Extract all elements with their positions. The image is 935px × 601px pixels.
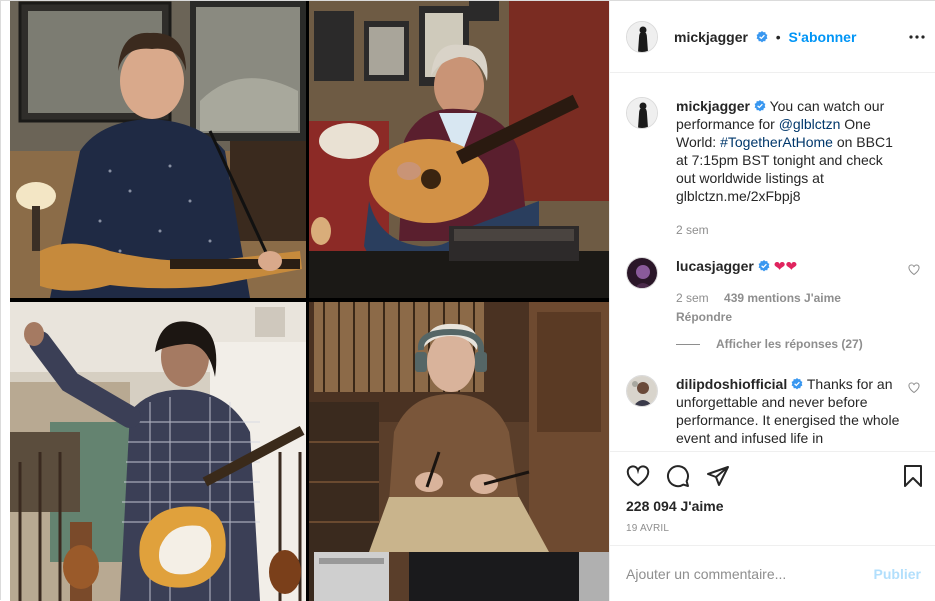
comment-icon[interactable] [658,458,698,494]
view-replies-label: Afficher les réponses (27) [716,337,863,351]
comments-list[interactable]: mickjagger You can watch our performance… [610,74,935,451]
comment-input[interactable] [626,565,874,582]
publish-button[interactable]: Publier [874,566,921,582]
likes-count[interactable]: 228 094 J'aime [626,498,724,514]
instagram-post: mickjagger • S'abonner mickjagger You ca… [0,0,935,601]
commenter-avatar[interactable] [626,375,658,407]
post-sidebar: mickjagger • S'abonner mickjagger You ca… [609,1,935,601]
post-header: mickjagger • S'abonner [610,1,935,73]
comment-like-heart-icon[interactable] [908,382,920,394]
comment-meta: 2 sem 439 mentions J'aime [676,289,906,307]
verified-badge-icon [756,30,768,42]
header-user-line: mickjagger • S'abonner [674,29,856,45]
verified-badge-icon [758,260,770,272]
comment-body: dilipdoshiofficial Thanks for an unforge… [676,375,906,447]
heart-icon[interactable] [618,458,658,494]
post-actions: 228 094 J'aime 19 AVRIL [610,451,935,545]
commenter-username[interactable]: lucasjagger [676,258,754,274]
video-panel-guitarist [309,1,609,298]
comment-like-heart-icon[interactable] [908,264,920,276]
caption-username[interactable]: mickjagger [676,98,750,114]
verified-badge-icon [791,378,803,390]
verified-badge-icon [754,100,766,112]
video-panel-singer [10,1,306,298]
post-date[interactable]: 19 AVRIL [626,523,669,534]
reply-button[interactable]: Répondre [676,308,906,326]
video-panel-electric-guitarist [10,302,306,601]
header-separator: • [775,28,781,45]
comment-text: ❤❤ [773,258,798,274]
comment-body: lucasjagger ❤❤ 2 sem 439 mentions J'aime… [676,257,906,326]
view-replies-button[interactable]: Afficher les réponses (27) [676,337,863,351]
caption-avatar[interactable] [626,97,658,129]
video-panel-drummer [309,302,609,601]
more-options-icon[interactable] [907,27,927,47]
caption-time[interactable]: 2 sem [676,221,906,239]
author-avatar[interactable] [626,20,658,53]
comment-time[interactable]: 2 sem [676,291,709,305]
media-left-edge [1,1,10,601]
replies-line [676,343,700,345]
post-media-video[interactable] [1,1,609,601]
commenter-username[interactable]: dilipdoshiofficial [676,376,787,392]
action-icons [618,458,738,494]
follow-button[interactable]: S'abonner [789,29,857,45]
comment-likes[interactable]: 439 mentions J'aime [724,291,841,305]
commenter-avatar[interactable] [626,257,658,289]
caption-mention-link[interactable]: @glblctzn [779,116,841,132]
add-comment-bar: Publier [610,545,935,601]
caption-hashtag-link[interactable]: #TogetherAtHome [720,134,833,150]
bookmark-icon[interactable] [895,458,931,494]
share-icon[interactable] [698,458,738,494]
caption-body: mickjagger You can watch our performance… [676,97,906,239]
author-username[interactable]: mickjagger [674,29,748,45]
